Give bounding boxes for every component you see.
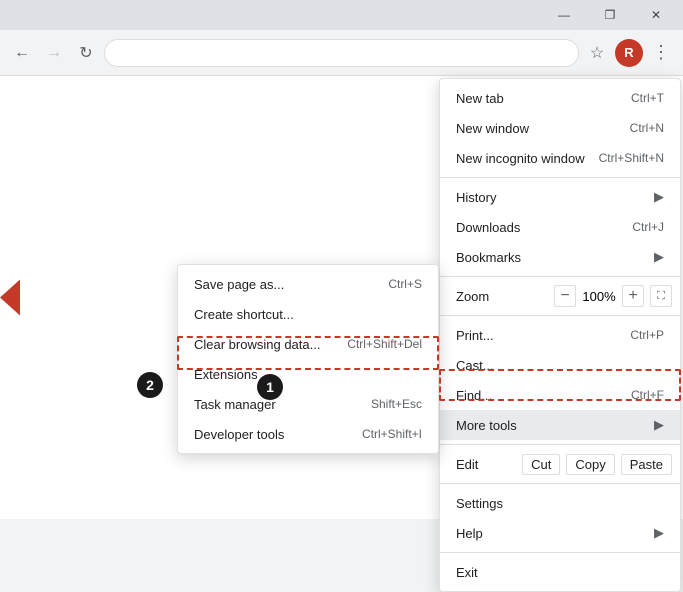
copy-btn[interactable]: Copy [566, 454, 614, 475]
badge-2: 2 [137, 372, 163, 398]
chrome-menu-btn[interactable]: ⋮ [647, 39, 675, 67]
user-avatar[interactable]: R [615, 39, 643, 67]
page-content: New tab Ctrl+T New window Ctrl+N New inc… [0, 76, 683, 519]
zoom-decrease-btn[interactable]: − [554, 285, 576, 307]
zoom-increase-btn[interactable]: + [622, 285, 644, 307]
menu-item-find[interactable]: Find... Ctrl+F [440, 380, 680, 410]
cut-btn[interactable]: Cut [522, 454, 560, 475]
menu-item-edit: Edit Cut Copy Paste [440, 449, 680, 479]
close-btn[interactable]: ✕ [633, 0, 679, 30]
menu-divider-4 [440, 444, 680, 445]
menu-divider-6 [440, 552, 680, 553]
submenu-item-extensions[interactable]: Extensions [178, 359, 438, 389]
browser-toolbar: ← → ↻ ☆ R ⋮ [0, 30, 683, 76]
title-bar: — ❐ ✕ [0, 0, 683, 30]
menu-divider-3 [440, 315, 680, 316]
menu-item-cast[interactable]: Cast... [440, 350, 680, 380]
zoom-value: 100% [582, 289, 616, 304]
menu-item-zoom: Zoom − 100% + ⛶ [440, 281, 680, 311]
menu-item-downloads[interactable]: Downloads Ctrl+J [440, 212, 680, 242]
submenu-item-developer-tools[interactable]: Developer tools Ctrl+Shift+I [178, 419, 438, 449]
address-bar[interactable] [104, 39, 579, 67]
window-controls: — ❐ ✕ [541, 0, 679, 30]
minimize-btn[interactable]: — [541, 0, 587, 30]
maximize-btn[interactable]: ❐ [587, 0, 633, 30]
back-btn[interactable]: ← [8, 39, 36, 67]
refresh-btn[interactable]: ↻ [72, 39, 100, 67]
fullscreen-btn[interactable]: ⛶ [650, 285, 672, 307]
menu-item-new-window[interactable]: New window Ctrl+N [440, 113, 680, 143]
menu-item-new-tab[interactable]: New tab Ctrl+T [440, 83, 680, 113]
menu-item-help[interactable]: Help ▶ [440, 518, 680, 548]
submenu-item-task-manager[interactable]: Task manager Shift+Esc [178, 389, 438, 419]
menu-item-settings[interactable]: Settings [440, 488, 680, 518]
paste-btn[interactable]: Paste [621, 454, 672, 475]
menu-item-incognito[interactable]: New incognito window Ctrl+Shift+N [440, 143, 680, 173]
badge-1: 1 [257, 374, 283, 400]
menu-item-bookmarks[interactable]: Bookmarks ▶ [440, 242, 680, 272]
menu-item-history[interactable]: History ▶ [440, 182, 680, 212]
forward-btn[interactable]: → [40, 39, 68, 67]
submenu-item-create-shortcut[interactable]: Create shortcut... [178, 299, 438, 329]
menu-divider-2 [440, 276, 680, 277]
submenu-item-clear-browsing[interactable]: Clear browsing data... Ctrl+Shift+Del [178, 329, 438, 359]
main-dropdown-menu: New tab Ctrl+T New window Ctrl+N New inc… [439, 78, 681, 592]
more-tools-submenu: Save page as... Ctrl+S Create shortcut..… [177, 264, 439, 454]
submenu-item-save-page[interactable]: Save page as... Ctrl+S [178, 269, 438, 299]
menu-divider-5 [440, 483, 680, 484]
left-arrow-decoration [0, 280, 20, 316]
menu-item-print[interactable]: Print... Ctrl+P [440, 320, 680, 350]
menu-divider-1 [440, 177, 680, 178]
menu-item-exit[interactable]: Exit [440, 557, 680, 587]
star-btn[interactable]: ☆ [583, 39, 611, 67]
menu-item-more-tools[interactable]: More tools ▶ [440, 410, 680, 440]
